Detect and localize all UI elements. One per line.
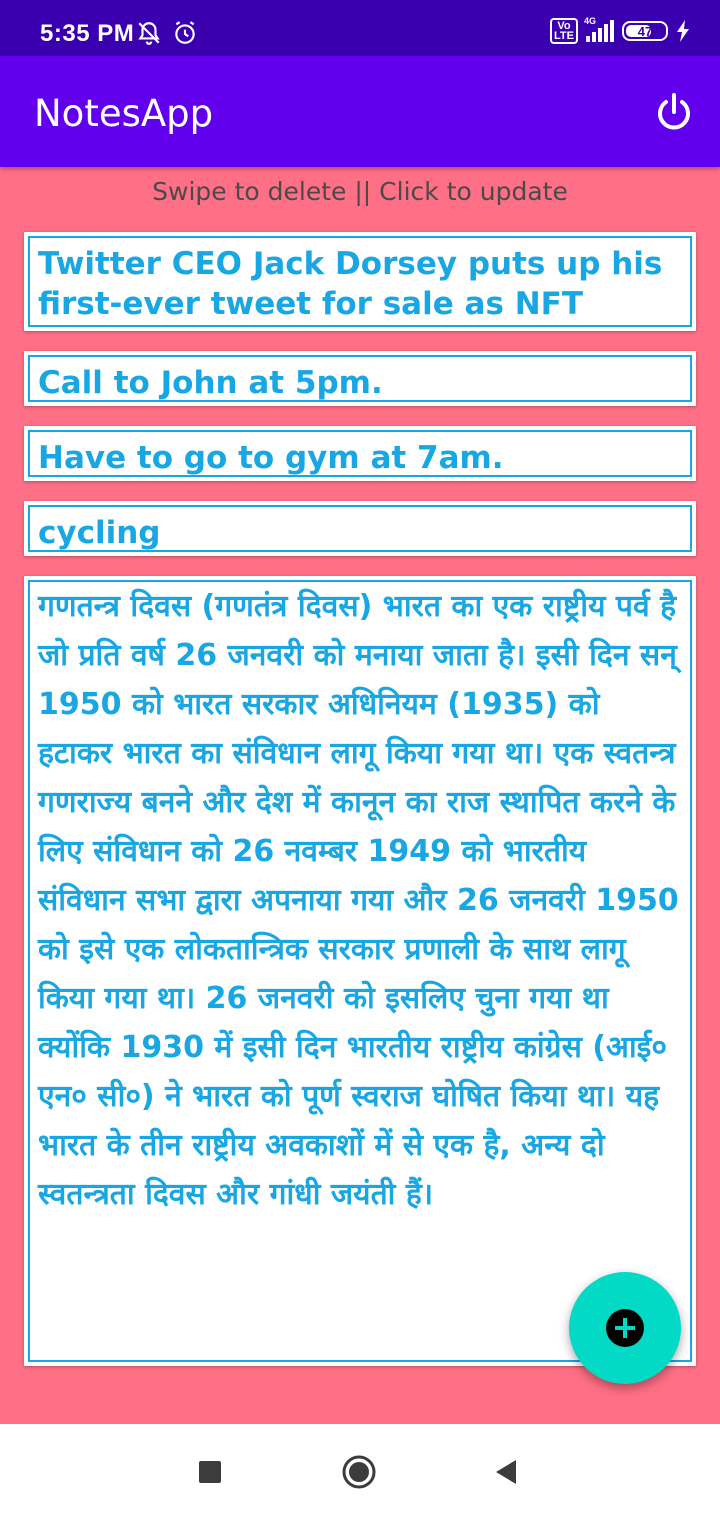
note-text: Call to John at 5pm. — [28, 355, 692, 402]
swipe-hint: Swipe to delete || Click to update — [152, 177, 568, 206]
home-icon[interactable] — [342, 1455, 376, 1489]
note-text: cycling — [28, 505, 692, 552]
note-card[interactable]: cycling — [24, 501, 696, 556]
battery-level: 47 — [637, 23, 653, 39]
notes-list: Twitter CEO Jack Dorsey puts up his firs… — [24, 232, 696, 1386]
status-bar: 5:35 PM Vo LTE 4G 47 — [0, 0, 720, 56]
add-icon — [606, 1309, 644, 1347]
navigation-bar — [0, 1424, 720, 1520]
note-text: Have to go to gym at 7am. — [28, 430, 692, 477]
bell-off-icon — [138, 22, 160, 45]
power-icon — [658, 93, 690, 130]
network-type: 4G — [584, 16, 597, 26]
app-title: NotesApp — [34, 92, 214, 135]
note-card[interactable]: Have to go to gym at 7am. — [24, 426, 696, 481]
back-icon[interactable] — [494, 1459, 518, 1485]
charging-icon — [677, 20, 689, 42]
note-card[interactable]: गणतन्त्र दिवस (गणतंत्र दिवस) भारत का एक … — [24, 576, 696, 1366]
note-text: Twitter CEO Jack Dorsey puts up his firs… — [28, 236, 692, 327]
note-text: गणतन्त्र दिवस (गणतंत्र दिवस) भारत का एक … — [28, 580, 692, 1362]
status-left-icons — [136, 20, 198, 46]
recents-icon[interactable] — [199, 1461, 221, 1483]
alarm-icon — [175, 21, 195, 44]
logout-button[interactable] — [654, 92, 694, 132]
note-card[interactable]: Call to John at 5pm. — [24, 351, 696, 406]
signal-icon: 4G — [584, 16, 614, 42]
battery-icon: 47 — [622, 21, 668, 41]
status-time: 5:35 PM — [40, 20, 135, 47]
note-card[interactable]: Twitter CEO Jack Dorsey puts up his firs… — [24, 232, 696, 331]
status-right-icons: Vo LTE 4G 47 — [550, 16, 690, 44]
volte-icon: Vo LTE — [550, 18, 578, 44]
app-bar: NotesApp — [0, 56, 720, 167]
add-note-button[interactable] — [569, 1272, 681, 1384]
